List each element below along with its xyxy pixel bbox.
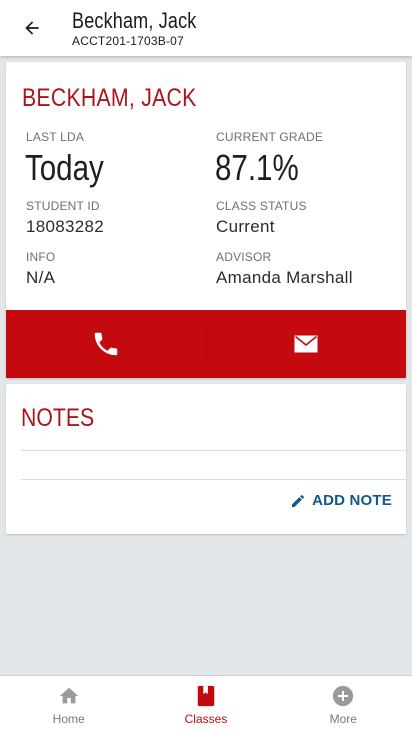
phone-icon — [94, 332, 117, 356]
info-label: INFO — [26, 250, 56, 264]
class-status-label: CLASS STATUS — [216, 199, 307, 213]
add-note-label: ADD NOTE — [312, 492, 392, 509]
arrow-left-icon — [25, 21, 39, 35]
advisor-label: ADVISOR — [216, 250, 272, 264]
email-button[interactable] — [207, 310, 407, 378]
advisor-value: Amanda Marshall — [216, 268, 353, 287]
pencil-icon — [292, 494, 305, 507]
notes-title: NOTES — [21, 404, 95, 432]
bottom-nav: Home Classes More — [0, 675, 412, 732]
student-id-label: STUDENT ID — [26, 199, 100, 213]
current-grade-value: 87.1% — [215, 147, 299, 188]
info-value: N/A — [26, 268, 56, 287]
current-grade-label: CURRENT GRADE — [216, 130, 324, 144]
add-note-button[interactable]: ADD NOTE — [290, 492, 392, 510]
last-lda-value: Today — [25, 147, 104, 188]
nav-item-classes[interactable]: Classes — [137, 676, 274, 732]
course-code: ACCT201-1703B-07 — [72, 34, 184, 48]
notes-card: NOTES ADD NOTE — [6, 384, 406, 534]
class-status-value: Current — [216, 217, 275, 236]
page-title: Beckham, Jack — [72, 8, 197, 33]
home-icon — [59, 687, 78, 704]
app-header: Beckham, Jack ACCT201-1703B-07 — [0, 0, 412, 56]
back-button[interactable] — [14, 12, 50, 44]
student-name: BECKHAM, JACK — [22, 84, 197, 112]
nav-item-home[interactable]: Home — [0, 676, 137, 732]
nav-item-more[interactable]: More — [275, 676, 412, 732]
call-button[interactable] — [6, 310, 206, 378]
contact-action-bar — [6, 310, 406, 378]
student-card: BECKHAM, JACK LAST LDA Today CURRENT GRA… — [6, 62, 406, 378]
notes-divider-bottom — [21, 479, 406, 480]
last-lda-label: LAST LDA — [26, 130, 85, 144]
email-icon — [294, 335, 318, 353]
book-icon — [197, 685, 215, 707]
student-id-value: 18083282 — [26, 217, 105, 236]
notes-divider-top — [21, 450, 406, 451]
plus-circle-icon — [333, 685, 354, 707]
nav-label-classes: Classes — [184, 712, 228, 726]
nav-label-home: Home — [52, 712, 85, 726]
nav-label-more: More — [329, 712, 357, 726]
